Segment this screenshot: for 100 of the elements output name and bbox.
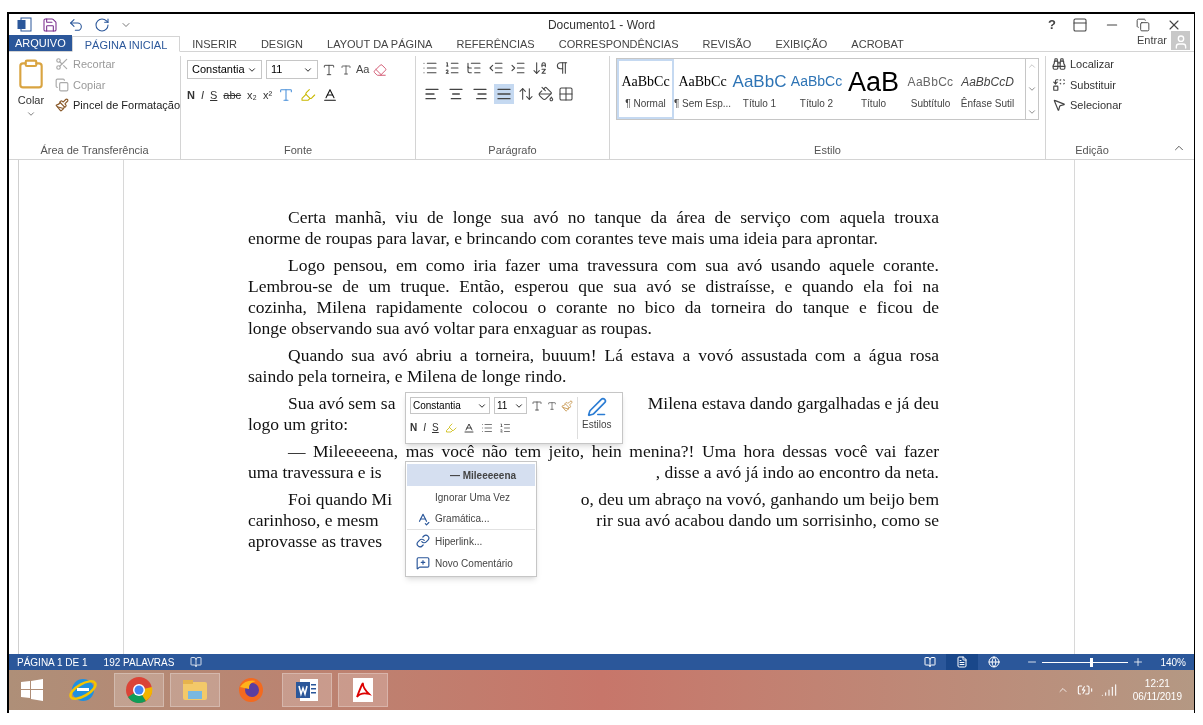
ribbon-display-icon[interactable]: [1072, 16, 1088, 33]
font-size-field[interactable]: 11: [494, 397, 527, 414]
style-gallery-item[interactable]: AaBbCc ¶ Normal: [617, 59, 674, 119]
context-menu-item[interactable]: — Mileeeeena: [407, 464, 535, 486]
editing-button[interactable]: Substituir: [1052, 76, 1122, 93]
font-color-icon[interactable]: [322, 87, 339, 104]
taskbar-button[interactable]: [338, 673, 388, 707]
font-name-field[interactable]: Constantia: [410, 397, 490, 414]
taskbar-button[interactable]: [282, 673, 332, 707]
increase-indent-icon[interactable]: [510, 60, 526, 76]
firefox-icon[interactable]: [236, 675, 266, 705]
format-button[interactable]: S: [210, 87, 218, 104]
format-button[interactable]: I: [200, 87, 204, 104]
format-button[interactable]: abc: [223, 87, 242, 104]
format-button[interactable]: N: [187, 87, 195, 104]
ribbon-tab[interactable]: REVISÃO: [690, 36, 764, 52]
ribbon-tab[interactable]: ACROBAT: [839, 36, 916, 52]
text-effects-icon[interactable]: [278, 87, 295, 104]
word-count[interactable]: 192 PALAVRAS: [103, 654, 175, 670]
style-preview: AaBbCcD: [961, 73, 1014, 91]
styles-pen-icon[interactable]: [586, 397, 607, 417]
ribbon-tab[interactable]: REFERÊNCIAS: [444, 36, 547, 52]
clear-format-icon[interactable]: [373, 62, 388, 77]
body-text-line: Milena estava dando gargalhadas e já deu: [647, 393, 939, 414]
help-button[interactable]: ?: [1048, 14, 1056, 35]
battery-icon[interactable]: [1076, 682, 1093, 698]
change-case-button[interactable]: Aa: [356, 61, 370, 78]
font-color-icon[interactable]: [462, 421, 475, 434]
style-gallery-item[interactable]: AaBbCc ¶ Sem Esp...: [674, 59, 731, 119]
clipboard-button[interactable]: Pincel de Formatação: [55, 97, 180, 114]
font-name-field[interactable]: Constantia: [187, 60, 262, 79]
save-icon[interactable]: [42, 16, 58, 33]
styles-button[interactable]: Estilos: [577, 397, 612, 439]
context-menu-item[interactable]: Ignorar Uma Vez: [407, 486, 535, 508]
numbering-icon[interactable]: [444, 60, 460, 76]
bullets-icon[interactable]: [480, 421, 493, 434]
proofing-icon[interactable]: [190, 656, 203, 668]
zoom-thumb[interactable]: [1089, 657, 1093, 667]
borders-icon[interactable]: [558, 86, 574, 102]
view-button[interactable]: [946, 654, 979, 670]
ribbon-tab[interactable]: CORRESPONDÊNCIAS: [546, 36, 691, 52]
editing-button[interactable]: Selecionar: [1052, 97, 1122, 114]
pilcrow-icon[interactable]: [554, 60, 570, 76]
binoculars-icon[interactable]: [1052, 57, 1066, 72]
context-menu-item[interactable]: Gramática...: [407, 508, 535, 530]
shading-icon[interactable]: [538, 86, 554, 102]
style-gallery-item[interactable]: AaBbCc Subtítulo: [902, 59, 959, 119]
format-button[interactable]: I: [423, 420, 426, 435]
globe-icon[interactable]: [988, 656, 1001, 668]
editing-button[interactable]: Localizar: [1052, 56, 1122, 73]
style-gallery-item[interactable]: AaBbCc Título 2: [788, 59, 845, 119]
grow-font-icon[interactable]: [322, 62, 336, 77]
windows-logo-icon[interactable]: [21, 679, 43, 701]
numbering-icon[interactable]: [498, 421, 511, 434]
body-text-line: rir sua avó acabou dando um sorrisinho, como se: [596, 510, 939, 531]
ribbon-tab[interactable]: INSERIR: [180, 36, 249, 52]
spellcheck-icon[interactable]: [416, 511, 430, 526]
style-gallery-item[interactable]: AaBbCcD Ênfase Sutil: [959, 59, 1016, 119]
paste-button[interactable]: Colar: [17, 92, 45, 109]
sort-icon[interactable]: [532, 60, 548, 76]
paintbrush-icon[interactable]: [55, 98, 69, 113]
redo-icon[interactable]: [94, 16, 110, 33]
multilevel-list-icon[interactable]: [466, 60, 482, 76]
restore-icon[interactable]: [1136, 17, 1150, 32]
page-count[interactable]: PÁGINA 1 DE 1: [17, 654, 88, 670]
body-text-line: longe observando sua avó voltar para enxaguar as roupas.: [248, 318, 652, 339]
ribbon-tab[interactable]: LAYOUT DA PÁGINA: [315, 36, 445, 52]
format-button[interactable]: x₂: [247, 87, 257, 104]
page-icon[interactable]: [956, 656, 969, 668]
format-button[interactable]: S: [432, 420, 439, 435]
replace-icon[interactable]: [1052, 77, 1066, 92]
comment-icon[interactable]: [416, 556, 430, 570]
link-icon[interactable]: [416, 534, 430, 548]
style-gallery-item[interactable]: AaB Título: [845, 59, 902, 119]
bullets-icon[interactable]: [422, 60, 438, 76]
format-button[interactable]: x²: [262, 87, 273, 104]
taskbar-button[interactable]: [114, 673, 164, 707]
style-gallery-item[interactable]: AaBbC Título 1: [731, 59, 788, 119]
zoom-in-icon[interactable]: [1132, 656, 1145, 668]
format-button[interactable]: N: [410, 420, 418, 435]
context-menu-item[interactable]: Hiperlink...: [407, 530, 535, 552]
context-menu-item[interactable]: Novo Comentário: [407, 552, 535, 574]
book-icon[interactable]: [924, 656, 937, 668]
zoom-level[interactable]: 140%: [1160, 654, 1186, 670]
shrink-font-icon[interactable]: [340, 63, 352, 76]
shrink-font-icon[interactable]: [547, 400, 557, 411]
font-size-field[interactable]: 11: [266, 60, 318, 79]
zoom-slider[interactable]: [1042, 657, 1129, 667]
sign-in-link[interactable]: Entrar: [1137, 32, 1167, 49]
cursor-icon[interactable]: [1052, 98, 1066, 113]
ribbon-tab[interactable]: DESIGN: [248, 36, 316, 52]
decrease-indent-icon[interactable]: [488, 60, 504, 76]
chrome-icon[interactable]: [124, 675, 154, 705]
word-app-icon[interactable]: [17, 17, 32, 32]
undo-icon[interactable]: [68, 16, 84, 33]
ribbon-tab[interactable]: EXIBIÇÃO: [763, 36, 840, 52]
ribbon-tab[interactable]: PÁGINA INICIAL: [71, 36, 181, 52]
grow-font-icon[interactable]: [531, 399, 543, 412]
line-spacing-icon[interactable]: [518, 86, 534, 102]
file-tab[interactable]: ARQUIVO: [9, 35, 72, 51]
